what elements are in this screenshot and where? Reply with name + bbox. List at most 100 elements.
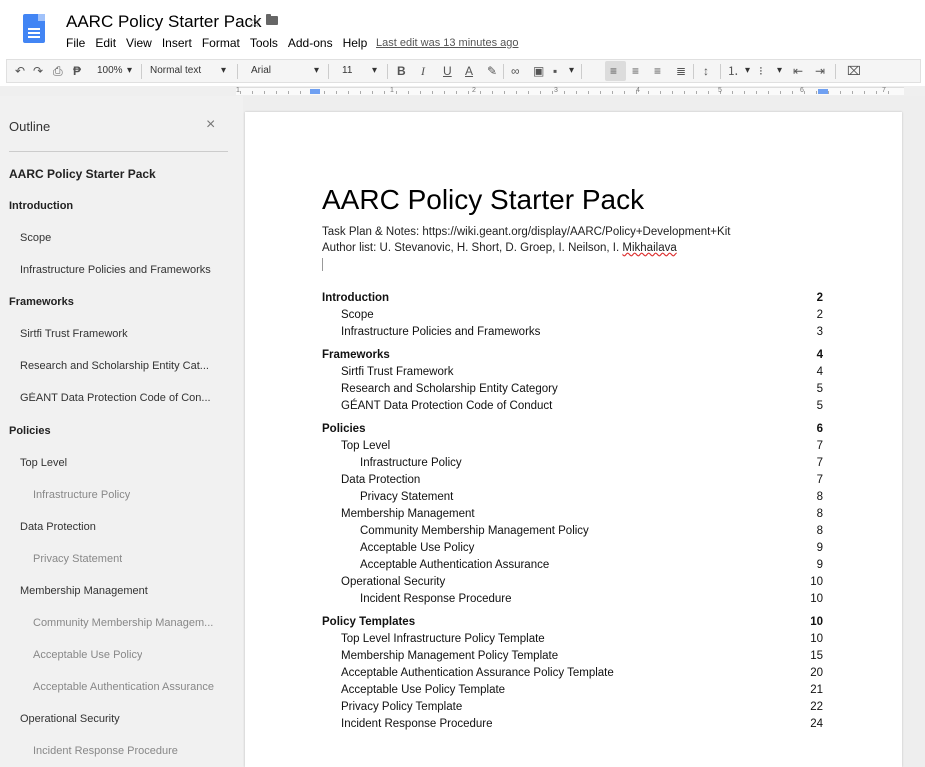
line-spacing-icon[interactable]: ↕ bbox=[703, 64, 709, 78]
toc-entry[interactable]: Top Level Infrastructure Policy Template… bbox=[245, 633, 902, 649]
menu-insert[interactable]: Insert bbox=[162, 36, 192, 50]
toc-entry[interactable]: Membership Management 8 bbox=[245, 508, 902, 524]
toc-entry-text[interactable]: Acceptable Authentication Assurance Poli… bbox=[341, 667, 614, 679]
increase-indent-icon[interactable]: ⇥ bbox=[815, 64, 825, 78]
toc-entry[interactable]: Introduction 2 bbox=[245, 292, 902, 308]
toc-page-number[interactable]: 6 bbox=[817, 423, 823, 435]
toc-entry-text[interactable]: Acceptable Use Policy bbox=[360, 542, 474, 554]
toc-page-number[interactable]: 9 bbox=[817, 542, 823, 554]
zoom-select[interactable]: 100% bbox=[97, 64, 123, 78]
menu-help[interactable]: Help bbox=[343, 36, 368, 50]
document-page[interactable]: AARC Policy Starter Pack Task Plan & Not… bbox=[245, 112, 902, 767]
toc-entry[interactable]: Privacy Statement 8 bbox=[245, 491, 902, 507]
outline-item[interactable]: Operational Security bbox=[20, 713, 120, 725]
toc-page-number[interactable]: 10 bbox=[810, 633, 823, 645]
toc-entry-text[interactable]: Membership Management Policy Template bbox=[341, 650, 558, 662]
outline-item[interactable]: Infrastructure Policy bbox=[33, 489, 130, 501]
toc-entry[interactable]: Policy Templates 10 bbox=[245, 616, 902, 632]
close-icon[interactable]: × bbox=[206, 116, 215, 134]
toc-entry[interactable]: Infrastructure Policies and Frameworks 3 bbox=[245, 326, 902, 342]
image-chevron-down-icon[interactable]: ▾ bbox=[569, 64, 574, 78]
toc-entry[interactable]: Scope 2 bbox=[245, 309, 902, 325]
undo-icon[interactable]: ↶ bbox=[15, 64, 25, 78]
font-select[interactable]: Arial bbox=[251, 64, 271, 78]
clear-formatting-icon[interactable]: ⌧ bbox=[847, 64, 861, 78]
toc-entry[interactable]: Sirtfi Trust Framework 4 bbox=[245, 366, 902, 382]
comment-icon[interactable]: ▣ bbox=[533, 64, 544, 78]
toc-entry-text[interactable]: Top Level Infrastructure Policy Template bbox=[341, 633, 545, 645]
toc-page-number[interactable]: 4 bbox=[817, 366, 823, 378]
toc-entry-text[interactable]: Community Membership Management Policy bbox=[360, 525, 589, 537]
align-center-icon[interactable]: ≡ bbox=[632, 64, 639, 78]
ruler[interactable]: 1 1 2 3 4 5 6 7 bbox=[0, 86, 925, 96]
toc-entry-text[interactable]: Infrastructure Policy bbox=[360, 457, 462, 469]
size-chevron-down-icon[interactable]: ▾ bbox=[372, 64, 377, 78]
underline-icon[interactable]: U bbox=[443, 64, 452, 78]
toc-entry[interactable]: Incident Response Procedure 24 bbox=[245, 718, 902, 734]
menu-file[interactable]: File bbox=[66, 36, 85, 50]
font-chevron-down-icon[interactable]: ▾ bbox=[314, 64, 319, 78]
author-last-misspelled[interactable]: Mikhailava bbox=[622, 242, 676, 254]
toc-entry-text[interactable]: Privacy Statement bbox=[360, 491, 453, 503]
toc-page-number[interactable]: 5 bbox=[817, 400, 823, 412]
justify-icon[interactable]: ≣ bbox=[676, 64, 686, 78]
toc-page-number[interactable]: 9 bbox=[817, 559, 823, 571]
bulleted-list-icon[interactable]: ⁝ bbox=[759, 64, 763, 78]
document-title[interactable]: AARC Policy Starter Pack bbox=[66, 12, 262, 32]
outline-item[interactable]: Membership Management bbox=[20, 585, 148, 597]
toc-entry-text[interactable]: Acceptable Use Policy Template bbox=[341, 684, 505, 696]
toc-page-number[interactable]: 21 bbox=[810, 684, 823, 696]
image-icon[interactable]: ▪ bbox=[553, 64, 557, 78]
toc-page-number[interactable]: 22 bbox=[810, 701, 823, 713]
toc-page-number[interactable]: 24 bbox=[810, 718, 823, 730]
toc-page-number[interactable]: 7 bbox=[817, 440, 823, 452]
toc-entry-text[interactable]: GÉANT Data Protection Code of Conduct bbox=[341, 400, 552, 412]
outline-item[interactable]: Acceptable Authentication Assurance bbox=[33, 681, 214, 693]
align-left-icon[interactable]: ≡ bbox=[610, 64, 617, 78]
outline-item[interactable]: Incident Response Procedure bbox=[33, 745, 178, 757]
menu-edit[interactable]: Edit bbox=[95, 36, 116, 50]
outline-item[interactable]: Sirtfi Trust Framework bbox=[20, 328, 128, 340]
outline-item[interactable]: Introduction bbox=[9, 200, 73, 212]
toc-entry[interactable]: Acceptable Use Policy Template 21 bbox=[245, 684, 902, 700]
toc-page-number[interactable]: 3 bbox=[817, 326, 823, 338]
toc-page-number[interactable]: 4 bbox=[817, 349, 823, 361]
toc-entry[interactable]: Frameworks 4 bbox=[245, 349, 902, 365]
outline-item[interactable]: Infrastructure Policies and Frameworks bbox=[20, 264, 211, 276]
outline-item[interactable]: Policies bbox=[9, 425, 51, 437]
redo-icon[interactable]: ↷ bbox=[33, 64, 43, 78]
numbered-list-chevron-down-icon[interactable]: ▾ bbox=[745, 64, 750, 78]
toc-entry[interactable]: Top Level 7 bbox=[245, 440, 902, 456]
toc-page-number[interactable]: 7 bbox=[817, 474, 823, 486]
toc-page-number[interactable]: 8 bbox=[817, 491, 823, 503]
toc-entry[interactable]: Acceptable Use Policy 9 bbox=[245, 542, 902, 558]
zoom-chevron-down-icon[interactable]: ▾ bbox=[127, 64, 132, 78]
docs-logo-icon[interactable] bbox=[23, 14, 45, 43]
toc-page-number[interactable]: 10 bbox=[810, 576, 823, 588]
toc-entry[interactable]: Community Membership Management Policy 8 bbox=[245, 525, 902, 541]
outline-item[interactable]: AARC Policy Starter Pack bbox=[9, 167, 156, 181]
outline-item[interactable]: Community Membership Managem... bbox=[33, 617, 213, 629]
toc-page-number[interactable]: 5 bbox=[817, 383, 823, 395]
bulleted-list-chevron-down-icon[interactable]: ▾ bbox=[777, 64, 782, 78]
toc-entry[interactable]: Policies 6 bbox=[245, 423, 902, 439]
last-edit-link[interactable]: Last edit was 13 minutes ago bbox=[376, 37, 518, 49]
toc-entry-text[interactable]: Policies bbox=[322, 423, 365, 435]
toc-entry-text[interactable]: Operational Security bbox=[341, 576, 445, 588]
right-indent-marker[interactable] bbox=[818, 89, 828, 94]
menu-addons[interactable]: Add-ons bbox=[288, 36, 333, 50]
toc-page-number[interactable]: 20 bbox=[810, 667, 823, 679]
text-color-icon[interactable]: A bbox=[465, 64, 473, 78]
toc-page-number[interactable]: 8 bbox=[817, 508, 823, 520]
toc-entry[interactable]: Acceptable Authentication Assurance Poli… bbox=[245, 667, 902, 683]
toc-entry-text[interactable]: Scope bbox=[341, 309, 374, 321]
highlight-icon[interactable]: ✎ bbox=[487, 64, 497, 78]
outline-item[interactable]: Privacy Statement bbox=[33, 553, 122, 565]
toc-page-number[interactable]: 10 bbox=[810, 593, 823, 605]
print-icon[interactable]: ⎙ bbox=[53, 64, 63, 78]
menu-format[interactable]: Format bbox=[202, 36, 240, 50]
toc-entry[interactable]: Infrastructure Policy 7 bbox=[245, 457, 902, 473]
font-size-select[interactable]: 11 bbox=[342, 64, 352, 78]
menu-view[interactable]: View bbox=[126, 36, 152, 50]
numbered-list-icon[interactable]: ⒈ bbox=[727, 64, 739, 78]
